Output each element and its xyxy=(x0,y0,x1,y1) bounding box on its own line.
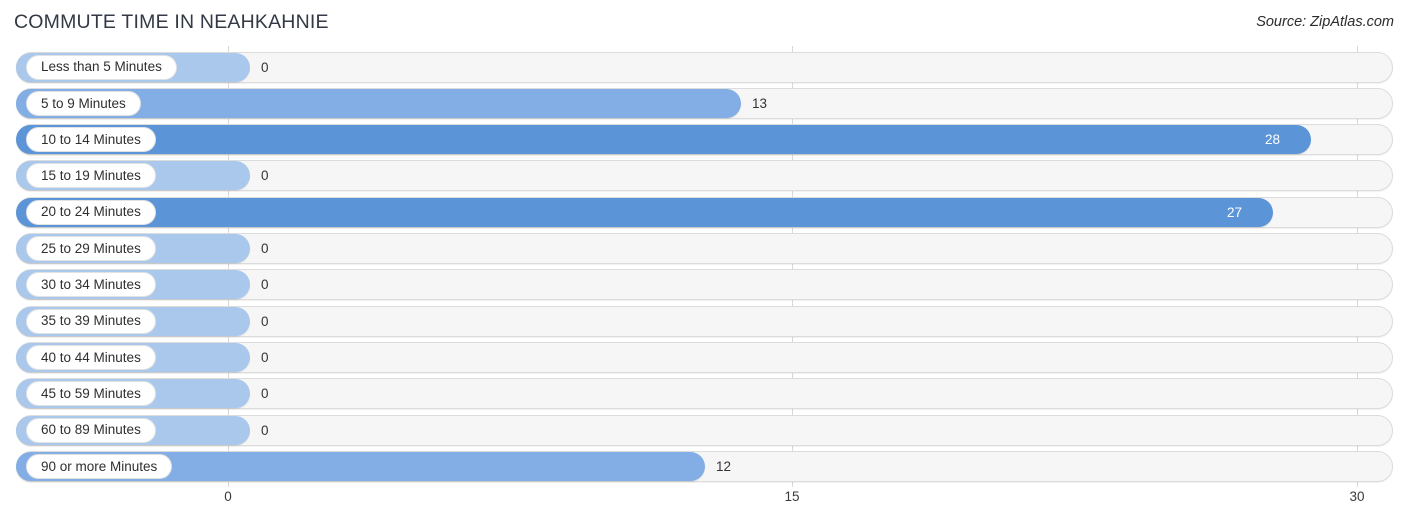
bar-row[interactable]: 45 to 59 Minutes 0 xyxy=(0,378,1406,410)
bar-category-pill: 25 to 29 Minutes xyxy=(26,236,156,261)
bar-category-pill: 90 or more Minutes xyxy=(26,453,173,479)
bar-fill xyxy=(16,125,1311,155)
bar-category-pill: 10 to 14 Minutes xyxy=(26,127,156,153)
x-tick-label: 15 xyxy=(784,489,800,504)
bar-value-label: 28 xyxy=(1265,132,1281,148)
bar-value-label: 13 xyxy=(752,95,768,111)
bar-category-pill: Less than 5 Minutes xyxy=(26,54,177,80)
source-attribution: Source: ZipAtlas.com xyxy=(1256,14,1394,30)
bar-value-label: 27 xyxy=(1227,204,1243,220)
bar-value-label: 0 xyxy=(261,349,269,365)
bar-fill xyxy=(16,197,1273,227)
bar-row[interactable]: 10 to 14 Minutes 28 xyxy=(0,124,1406,156)
chart-header: COMMUTE TIME IN NEAHKAHNIE Source: ZipAt… xyxy=(0,0,1406,46)
bar-value-label: 12 xyxy=(716,458,732,474)
bar-category-label: 25 to 29 Minutes xyxy=(41,240,141,256)
bar-category-label: 45 to 59 Minutes xyxy=(41,385,141,401)
bar-row[interactable]: 30 to 34 Minutes 0 xyxy=(0,269,1406,301)
bar-category-pill: 45 to 59 Minutes xyxy=(26,381,156,407)
bar-row[interactable]: Less than 5 Minutes 0 xyxy=(0,51,1406,83)
bar-row[interactable]: 15 to 19 Minutes 0 xyxy=(0,160,1406,192)
x-axis: 0 15 30 xyxy=(0,487,1406,523)
bar-value-label: 0 xyxy=(261,241,269,256)
bar-row[interactable]: 90 or more Minutes 12 xyxy=(0,450,1406,482)
bar-category-label: 10 to 14 Minutes xyxy=(41,131,141,147)
bar-value-label: 0 xyxy=(261,277,269,293)
bar-category-label: 5 to 9 Minutes xyxy=(41,95,126,111)
bar-value-label: 0 xyxy=(261,422,269,438)
bar-category-label: 20 to 24 Minutes xyxy=(41,204,141,220)
bar-category-label: 60 to 89 Minutes xyxy=(41,422,141,438)
x-tick-label: 0 xyxy=(224,489,232,504)
bar-category-label: 90 or more Minutes xyxy=(41,458,158,474)
bar-category-pill: 60 to 89 Minutes xyxy=(26,417,156,443)
x-tick-label: 30 xyxy=(1349,489,1365,504)
bar-category-label: 15 to 19 Minutes xyxy=(41,168,141,184)
bar-category-label: 40 to 44 Minutes xyxy=(41,349,141,365)
bar-category-pill: 30 to 34 Minutes xyxy=(26,272,156,298)
bar-category-pill: 35 to 39 Minutes xyxy=(26,308,156,334)
bar-row[interactable]: 40 to 44 Minutes 0 xyxy=(0,341,1406,373)
chart-plot-area: Less than 5 Minutes 0 5 to 9 Minutes 13 10 t… xyxy=(0,46,1406,487)
bar-category-label: Less than 5 Minutes xyxy=(41,59,162,75)
bar-value-label: 0 xyxy=(261,386,269,402)
page-title: COMMUTE TIME IN NEAHKAHNIE xyxy=(14,11,329,33)
bar-row[interactable]: 25 to 29 Minutes 0 xyxy=(0,233,1406,264)
bar-row[interactable]: 35 to 39 Minutes 0 xyxy=(0,305,1406,337)
bar-row[interactable]: 60 to 89 Minutes 0 xyxy=(0,414,1406,446)
bar-category-pill: 40 to 44 Minutes xyxy=(26,344,156,370)
bar-category-pill: 20 to 24 Minutes xyxy=(26,199,156,225)
bar-row[interactable]: 5 to 9 Minutes 13 xyxy=(0,87,1406,119)
bar-category-label: 35 to 39 Minutes xyxy=(41,313,141,329)
bar-value-label: 0 xyxy=(261,313,269,329)
bar-category-pill: 5 to 9 Minutes xyxy=(26,90,141,116)
bar-category-pill: 15 to 19 Minutes xyxy=(26,163,156,189)
bar-value-label: 0 xyxy=(261,168,269,184)
bar-row[interactable]: 20 to 24 Minutes 27 xyxy=(0,196,1406,228)
bar-value-label: 0 xyxy=(261,59,269,75)
bar-category-label: 30 to 34 Minutes xyxy=(41,277,141,293)
